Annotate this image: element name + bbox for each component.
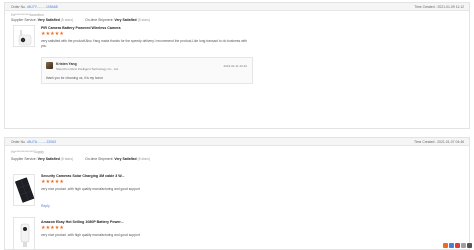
seller-reply: Kristen Yang Shenzhen Ruixi Intelligent … — [41, 57, 253, 84]
notification-icon[interactable] — [455, 243, 460, 248]
shipment-label: On-time Shipment: — [85, 18, 114, 22]
order-no-link[interactable]: x5U7A..........22063 — [27, 140, 56, 144]
review-text: very satisfied with the product!Also Yan… — [41, 39, 247, 48]
solar-panel-image — [15, 177, 35, 203]
order-number: Order No. x5U7Y..........105A68 — [11, 5, 58, 9]
reply-time: 2021-01-11 22:22 — [223, 64, 247, 68]
review-text: very nice product ,with high quality man… — [41, 233, 140, 237]
product-stars: ★★★★★ — [41, 225, 64, 231]
shipment-value: Very Satisfied — [114, 18, 137, 22]
supplier-service-label: Supplier Service: — [11, 18, 37, 22]
product-thumbnail[interactable] — [13, 174, 35, 206]
order-ratings: Supplier Service: Very Satisfied (5 star… — [11, 18, 150, 22]
seller-name: Kristen Yang — [56, 62, 77, 66]
time-created: Time Created : 2021-01-09 11:12 — [414, 5, 464, 10]
shipment-label: On-time Shipment: — [85, 157, 114, 161]
order-header: Order No. x5U7A..........22063 Time Crea… — [5, 138, 469, 146]
product-title[interactable]: Amazon Ebay Hot Selling 1080P Battery Po… — [41, 220, 124, 224]
order-card: Order No. x5U7A..........22063 Time Crea… — [4, 137, 470, 250]
order-no-label: Order No. — [11, 140, 26, 145]
buyer-name: Hx**************Supply — [11, 150, 44, 154]
order-ratings: Supplier Service: Very Satisfied (5 star… — [11, 157, 150, 161]
order-no-link[interactable]: x5U7Y..........105A68 — [27, 5, 58, 9]
supplier-service-value: Very Satisfied — [37, 157, 60, 161]
chat-icon[interactable] — [443, 243, 448, 248]
product-title[interactable]: PIR Camera Battery Powered Wireless Came… — [41, 26, 120, 30]
order-no-label: Order No. — [11, 5, 26, 10]
order-card: Order No. x5U7Y..........105A68 Time Cre… — [4, 2, 470, 129]
seller-avatar — [46, 62, 53, 69]
product-stars: ★★★★★ — [41, 179, 64, 185]
settings-icon[interactable] — [461, 243, 466, 248]
review-text: very nice product ,with high quality man… — [41, 187, 140, 191]
menu-icon[interactable] — [467, 243, 472, 248]
supplier-service-stars: (5 stars) — [60, 18, 74, 22]
help-icon[interactable] — [449, 243, 454, 248]
product-title[interactable]: Security Cameras Solar Charging 3M cable… — [41, 174, 124, 178]
order-header: Order No. x5U7Y..........105A68 Time Cre… — [5, 3, 469, 11]
reply-link[interactable]: Reply — [41, 204, 50, 208]
supplier-service-value: Very Satisfied — [37, 18, 60, 22]
shipment-stars: (5 stars) — [137, 157, 151, 161]
order-number: Order No. x5U7A..........22063 — [11, 140, 56, 144]
product-stars: ★★★★★ — [41, 31, 64, 37]
supplier-service-stars: (5 stars) — [60, 157, 74, 161]
supplier-service-label: Supplier Service: — [11, 157, 37, 161]
battery-camera-image — [20, 223, 30, 247]
floating-toolbar — [443, 243, 472, 248]
product-thumbnail[interactable] — [13, 25, 35, 47]
seller-company: Shenzhen Ruixi Intelligent Technology Co… — [56, 66, 119, 71]
shipment-value: Very Satisfied — [114, 157, 137, 161]
buyer-name: Hx***********Accretion — [11, 13, 44, 17]
product-thumbnail[interactable] — [13, 217, 35, 250]
pir-camera-image — [18, 30, 32, 46]
shipment-stars: (5 stars) — [137, 18, 151, 22]
reply-message: thank you for choosing us, it is my hono… — [46, 76, 104, 80]
time-created: Time Created : 2021-01-07 04:46 — [413, 140, 464, 145]
